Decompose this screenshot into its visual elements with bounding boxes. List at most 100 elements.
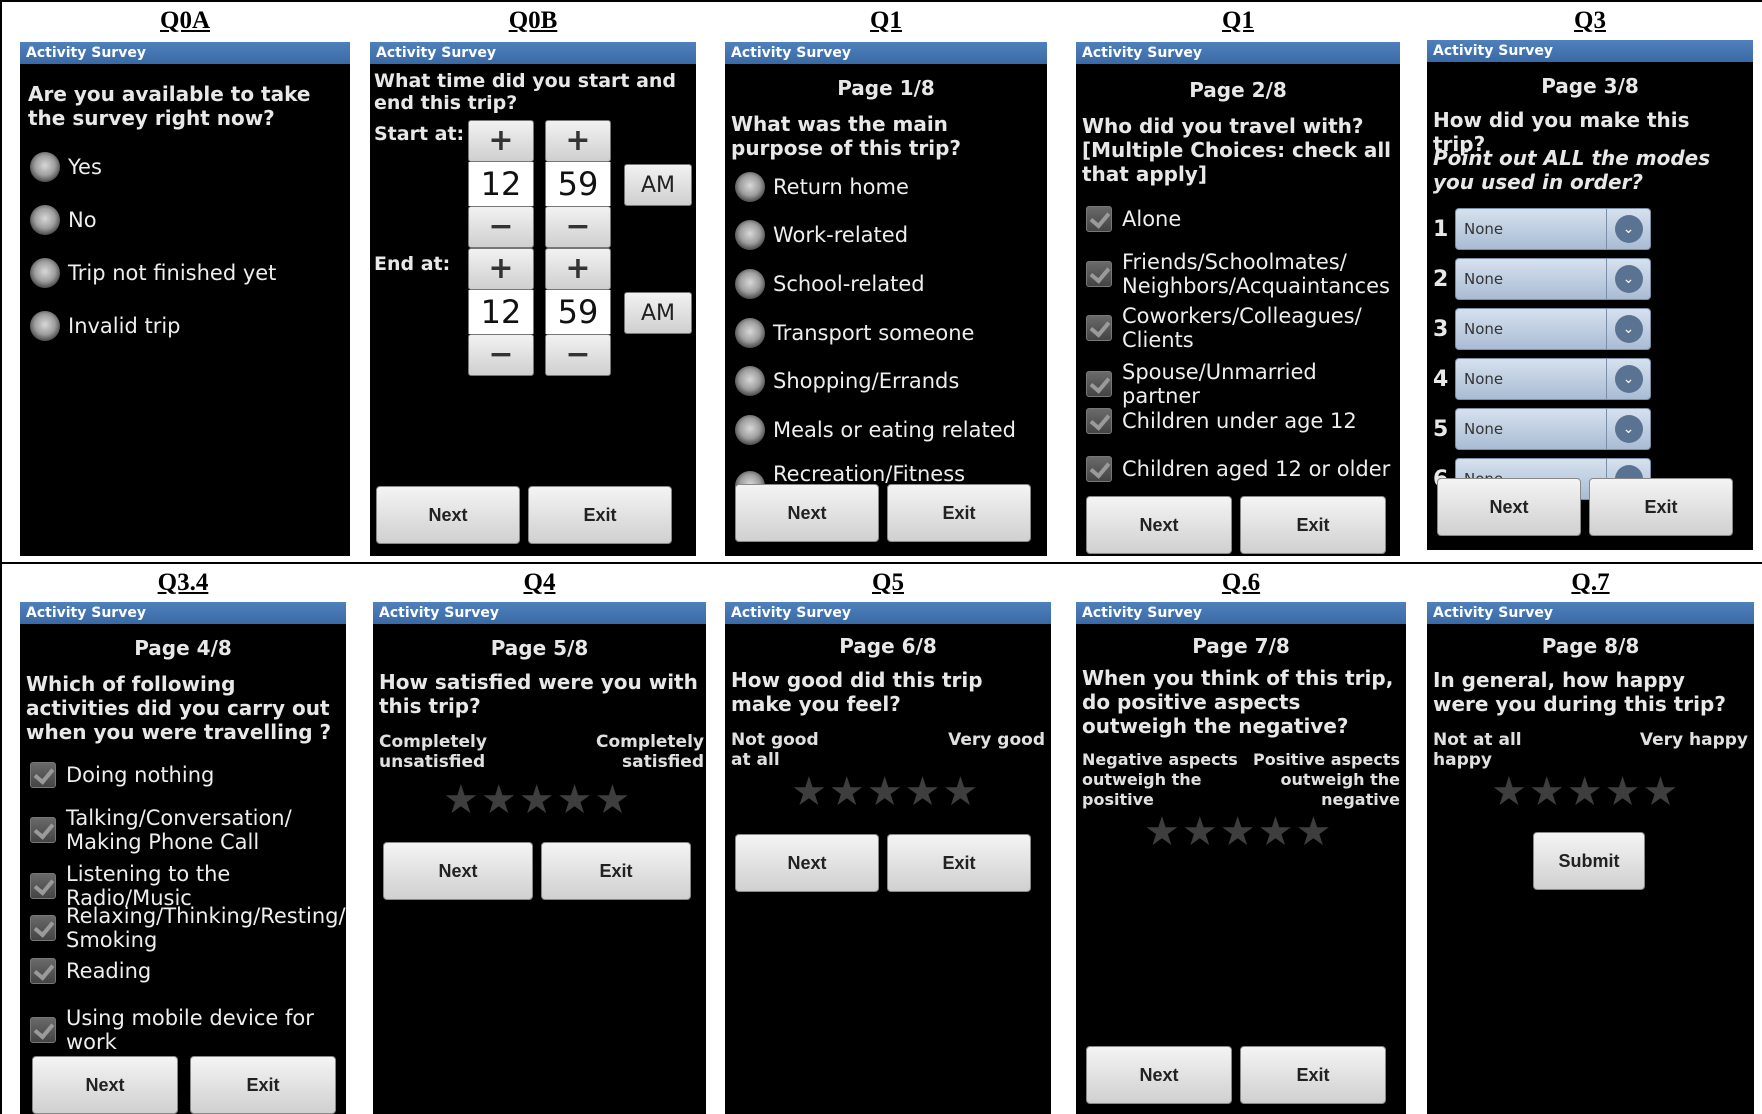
radio-option-shopping-errands[interactable]: Shopping/Errands — [735, 366, 959, 396]
checkbox-option-coworkers[interactable]: Coworkers/Colleagues/ Clients — [1086, 304, 1362, 352]
radio-option-meals[interactable]: Meals or eating related — [735, 415, 1016, 445]
radio-button-icon[interactable] — [735, 269, 765, 299]
star-icon[interactable]: ★ — [557, 780, 593, 820]
start-hour-decrement-button[interactable]: − — [468, 206, 534, 248]
checkbox-option-spouse[interactable]: Spouse/Unmarried partner — [1086, 360, 1400, 408]
end-minute-decrement-button[interactable]: − — [545, 334, 611, 376]
checkbox-option-talking[interactable]: Talking/Conversation/ Making Phone Call — [30, 806, 292, 854]
radio-button-icon[interactable] — [735, 172, 765, 202]
checkbox-checked-icon[interactable] — [30, 762, 56, 788]
chevron-down-icon[interactable]: ⌄ — [1614, 215, 1643, 243]
star-rating[interactable]: ★ ★ ★ ★ ★ — [1144, 812, 1331, 852]
chevron-down-icon[interactable]: ⌄ — [1614, 365, 1643, 393]
checkbox-option-reading[interactable]: Reading — [30, 958, 151, 984]
star-icon[interactable]: ★ — [1144, 812, 1180, 852]
checkbox-option-alone[interactable]: Alone — [1086, 206, 1181, 232]
end-hour-decrement-button[interactable]: − — [468, 334, 534, 376]
start-ampm-toggle[interactable]: AM — [624, 164, 692, 206]
radio-button-icon[interactable] — [735, 220, 765, 250]
next-button[interactable]: Next — [1086, 496, 1232, 554]
checkbox-checked-icon[interactable] — [1086, 315, 1112, 341]
checkbox-option-relaxing[interactable]: Relaxing/Thinking/Resting/ Smoking — [30, 904, 346, 952]
radio-option-transport-someone[interactable]: Transport someone — [735, 318, 974, 348]
end-hour-value[interactable]: 12 — [468, 290, 534, 334]
star-icon[interactable]: ★ — [1642, 772, 1678, 812]
next-button[interactable]: Next — [735, 484, 879, 542]
next-button[interactable]: Next — [376, 486, 520, 544]
star-icon[interactable]: ★ — [1529, 772, 1565, 812]
next-button[interactable]: Next — [1437, 478, 1581, 536]
radio-button-icon[interactable] — [735, 415, 765, 445]
star-icon[interactable]: ★ — [1220, 812, 1256, 852]
end-hour-increment-button[interactable]: + — [468, 248, 534, 290]
checkbox-checked-icon[interactable] — [1086, 456, 1112, 482]
chevron-down-icon[interactable]: ⌄ — [1614, 315, 1643, 343]
radio-option-return-home[interactable]: Return home — [735, 172, 909, 202]
exit-button[interactable]: Exit — [887, 484, 1031, 542]
star-icon[interactable]: ★ — [519, 780, 555, 820]
checkbox-checked-icon[interactable] — [1086, 261, 1112, 287]
checkbox-option-listening[interactable]: Listening to the Radio/Music — [30, 862, 346, 910]
star-icon[interactable]: ★ — [829, 772, 865, 812]
mode-dropdown[interactable]: None ⌄ — [1455, 308, 1651, 350]
checkbox-checked-icon[interactable] — [30, 873, 56, 899]
start-minute-value[interactable]: 59 — [545, 162, 611, 206]
checkbox-checked-icon[interactable] — [30, 915, 56, 941]
next-button[interactable]: Next — [735, 834, 879, 892]
next-button[interactable]: Next — [32, 1056, 178, 1114]
star-icon[interactable]: ★ — [1491, 772, 1527, 812]
exit-button[interactable]: Exit — [190, 1056, 336, 1114]
star-icon[interactable]: ★ — [1295, 812, 1331, 852]
star-icon[interactable]: ★ — [1182, 812, 1218, 852]
checkbox-checked-icon[interactable] — [1086, 371, 1112, 397]
radio-option-yes[interactable]: Yes — [30, 152, 102, 182]
checkbox-option-children-under-12[interactable]: Children under age 12 — [1086, 408, 1357, 434]
radio-option-trip-not-finished[interactable]: Trip not finished yet — [30, 258, 276, 288]
checkbox-option-doing-nothing[interactable]: Doing nothing — [30, 762, 214, 788]
exit-button[interactable]: Exit — [1589, 478, 1733, 536]
radio-option-work-related[interactable]: Work-related — [735, 220, 908, 250]
star-rating[interactable]: ★ ★ ★ ★ ★ — [791, 772, 978, 812]
next-button[interactable]: Next — [383, 842, 533, 900]
checkbox-checked-icon[interactable] — [30, 958, 56, 984]
exit-button[interactable]: Exit — [887, 834, 1031, 892]
radio-option-school-related[interactable]: School-related — [735, 269, 925, 299]
star-rating[interactable]: ★ ★ ★ ★ ★ — [443, 780, 630, 820]
submit-button[interactable]: Submit — [1533, 832, 1645, 890]
start-minute-decrement-button[interactable]: − — [545, 206, 611, 248]
star-icon[interactable]: ★ — [942, 772, 978, 812]
star-icon[interactable]: ★ — [905, 772, 941, 812]
mode-dropdown[interactable]: None ⌄ — [1455, 408, 1651, 450]
exit-button[interactable]: Exit — [528, 486, 672, 544]
star-icon[interactable]: ★ — [481, 780, 517, 820]
checkbox-option-friends[interactable]: Friends/Schoolmates/ Neighbors/Acquainta… — [1086, 250, 1390, 298]
checkbox-checked-icon[interactable] — [30, 1017, 56, 1043]
exit-button[interactable]: Exit — [1240, 1046, 1386, 1104]
checkbox-option-mobile-work[interactable]: Using mobile device for work — [30, 1006, 346, 1054]
exit-button[interactable]: Exit — [1240, 496, 1386, 554]
exit-button[interactable]: Exit — [541, 842, 691, 900]
mode-dropdown[interactable]: None ⌄ — [1455, 358, 1651, 400]
star-icon[interactable]: ★ — [791, 772, 827, 812]
radio-button-icon[interactable] — [735, 366, 765, 396]
star-icon[interactable]: ★ — [1567, 772, 1603, 812]
start-minute-increment-button[interactable]: + — [545, 120, 611, 162]
checkbox-checked-icon[interactable] — [30, 817, 56, 843]
star-icon[interactable]: ★ — [867, 772, 903, 812]
mode-dropdown[interactable]: None ⌄ — [1455, 258, 1651, 300]
checkbox-checked-icon[interactable] — [1086, 206, 1112, 232]
end-minute-increment-button[interactable]: + — [545, 248, 611, 290]
checkbox-checked-icon[interactable] — [1086, 408, 1112, 434]
star-icon[interactable]: ★ — [594, 780, 630, 820]
chevron-down-icon[interactable]: ⌄ — [1614, 265, 1643, 293]
radio-option-no[interactable]: No — [30, 205, 97, 235]
start-hour-increment-button[interactable]: + — [468, 120, 534, 162]
radio-button-icon[interactable] — [30, 311, 60, 341]
radio-button-icon[interactable] — [30, 152, 60, 182]
star-icon[interactable]: ★ — [443, 780, 479, 820]
checkbox-option-children-12-plus[interactable]: Children aged 12 or older — [1086, 456, 1390, 482]
next-button[interactable]: Next — [1086, 1046, 1232, 1104]
radio-button-icon[interactable] — [735, 318, 765, 348]
chevron-down-icon[interactable]: ⌄ — [1614, 415, 1643, 443]
star-icon[interactable]: ★ — [1605, 772, 1641, 812]
